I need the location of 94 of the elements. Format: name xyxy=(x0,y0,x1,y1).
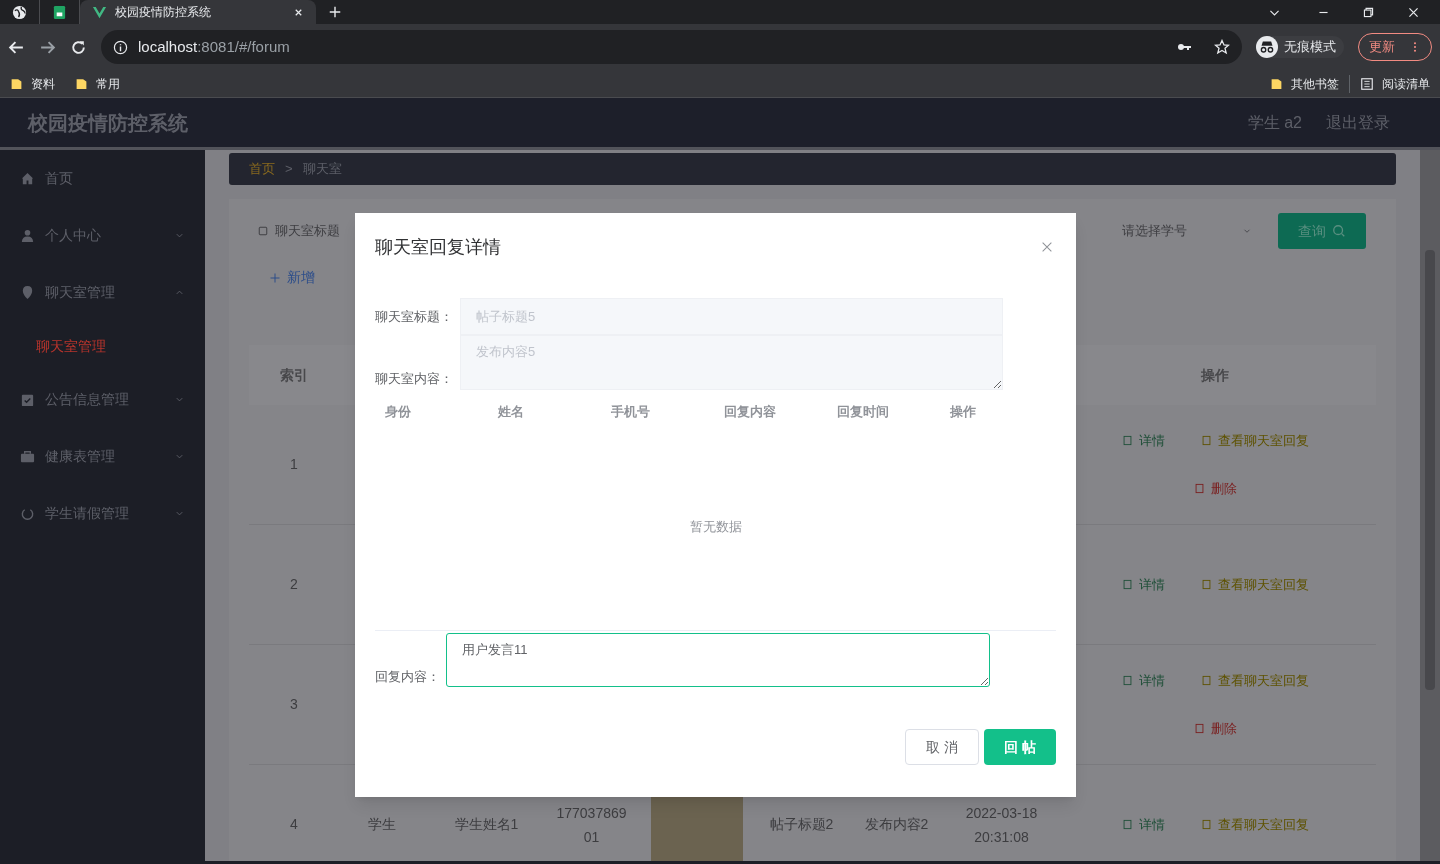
detail-link[interactable]: 详情 xyxy=(1121,574,1165,595)
folder-icon xyxy=(10,76,23,91)
address-bar[interactable]: localhost:8081/#/forum xyxy=(101,30,1242,64)
empty-text: 暂无数据 xyxy=(689,518,742,537)
document-icon xyxy=(1193,722,1205,734)
document-icon xyxy=(1121,819,1133,830)
detail-link[interactable]: 详情 xyxy=(1121,431,1165,451)
table-cell-text: 2022-03-18 20:31:08 xyxy=(964,803,1039,847)
incognito-button[interactable]: 无痕模式 xyxy=(1256,36,1344,58)
table-cell-text: 学生 xyxy=(366,815,397,834)
field-label: 聊天室内容： xyxy=(375,369,454,388)
query-button[interactable]: 查询 xyxy=(1278,213,1366,249)
dialog-title: 聊天室回复详情 xyxy=(375,235,501,259)
list-icon xyxy=(1360,76,1374,91)
table-cell-text: 17703786901 xyxy=(555,803,628,847)
view-replies-link[interactable]: 查看聊天室回复 xyxy=(1200,671,1309,691)
folder-icon xyxy=(75,76,88,91)
document-icon xyxy=(1193,482,1205,494)
app-title: 校园疫情防控系统 xyxy=(28,110,188,136)
column-header: 回复内容 xyxy=(724,403,777,422)
delete-link[interactable]: 删除 xyxy=(1193,478,1237,498)
breadcrumb-separator: > xyxy=(285,160,293,179)
reply-post-button[interactable]: 回 帖 xyxy=(984,729,1056,765)
document-icon xyxy=(1200,675,1212,687)
detail-link[interactable]: 详情 xyxy=(1121,814,1165,835)
pin-icon xyxy=(20,285,35,300)
sidebar-item[interactable]: 个人中心 xyxy=(0,207,205,264)
star-icon[interactable] xyxy=(1214,39,1230,55)
field-label: 回复内容： xyxy=(375,667,441,686)
table-cell-text: 帖子标题2 xyxy=(768,815,835,834)
breadcrumb-item[interactable]: 首页 xyxy=(249,159,275,179)
sidebar-item[interactable]: 公告信息管理 xyxy=(0,371,205,428)
view-replies-link[interactable]: 查看聊天室回复 xyxy=(1200,814,1309,835)
incognito-icon xyxy=(1256,36,1278,58)
table-cell-text: 学生姓名1 xyxy=(453,815,520,834)
reply-textarea[interactable]: 用户发言11 xyxy=(446,633,990,687)
reading-list-button[interactable]: 阅读清单 xyxy=(1360,74,1430,93)
new-tab-icon[interactable] xyxy=(328,5,342,19)
bookmark[interactable]: 常用 xyxy=(75,74,120,93)
reload-icon[interactable] xyxy=(70,38,87,56)
column-header: 手机号 xyxy=(611,403,651,422)
v-logo-icon xyxy=(92,4,107,20)
student-select[interactable]: 请选择学号 xyxy=(1122,214,1252,248)
table-cell-text: 发布内容2 xyxy=(863,815,930,834)
column-header: 操作 xyxy=(950,403,977,422)
browser-tab[interactable]: 校园疫情防控系统 xyxy=(80,0,316,24)
table-cell-text: 4 xyxy=(289,815,299,834)
table-cell-text: 3 xyxy=(289,695,299,714)
user-icon xyxy=(20,228,35,243)
plus-icon xyxy=(269,271,281,284)
column-header: 姓名 xyxy=(498,403,525,422)
document-icon xyxy=(1121,579,1133,590)
spreadsheet-icon xyxy=(52,4,67,20)
close-icon[interactable] xyxy=(1407,5,1420,19)
document-icon xyxy=(1200,435,1212,447)
document-icon xyxy=(1200,819,1212,830)
view-replies-link[interactable]: 查看聊天室回复 xyxy=(1200,574,1309,595)
column-header: 回复时间 xyxy=(837,403,890,422)
cancel-button[interactable]: 取 消 xyxy=(905,729,980,765)
bookmark[interactable]: 其他书签 xyxy=(1270,74,1350,93)
search-icon xyxy=(1332,224,1346,238)
user-name: 学生 a2 xyxy=(1247,112,1302,133)
scrollbar[interactable] xyxy=(1420,150,1440,861)
sidebar-item[interactable]: 聊天室管理 xyxy=(0,264,205,321)
restore-icon[interactable] xyxy=(1362,5,1375,19)
field-label: 聊天室标题： xyxy=(375,307,454,326)
calendar-icon xyxy=(20,392,35,407)
sidebar-item[interactable]: 学生请假管理 xyxy=(0,485,205,542)
column-header: 操作 xyxy=(1200,365,1230,385)
logout-link[interactable]: 退出登录 xyxy=(1326,110,1390,135)
table-cell-text: 2 xyxy=(289,575,299,594)
sidebar-subitem[interactable]: 聊天室管理 xyxy=(0,321,205,371)
sidebar-item[interactable]: 健康表管理 xyxy=(0,428,205,485)
document-icon xyxy=(1200,579,1212,590)
globe-icon xyxy=(12,4,27,20)
folder-icon xyxy=(1270,76,1283,91)
home-icon xyxy=(20,171,35,186)
detail-link[interactable]: 详情 xyxy=(1121,671,1165,691)
column-header: 索引 xyxy=(279,365,309,385)
search-field[interactable]: 聊天室标题 xyxy=(275,221,365,241)
briefcase-icon xyxy=(20,449,35,464)
document-icon xyxy=(1121,435,1133,447)
bookmark[interactable]: 资料 xyxy=(10,74,55,93)
table-cell-text: 1 xyxy=(289,455,299,474)
view-replies-link[interactable]: 查看聊天室回复 xyxy=(1200,431,1309,451)
info-icon[interactable] xyxy=(113,39,128,55)
delete-link[interactable]: 删除 xyxy=(1193,718,1237,738)
power-icon xyxy=(20,506,35,521)
tab-title: 校园疫情防控系统 xyxy=(115,4,212,21)
column-header: 身份 xyxy=(385,403,412,422)
url-text: localhost:8081/#/forum xyxy=(138,36,291,57)
sidebar-item[interactable]: 首页 xyxy=(0,150,205,207)
add-button[interactable]: 新增 xyxy=(269,267,315,288)
document-icon xyxy=(1121,675,1133,687)
